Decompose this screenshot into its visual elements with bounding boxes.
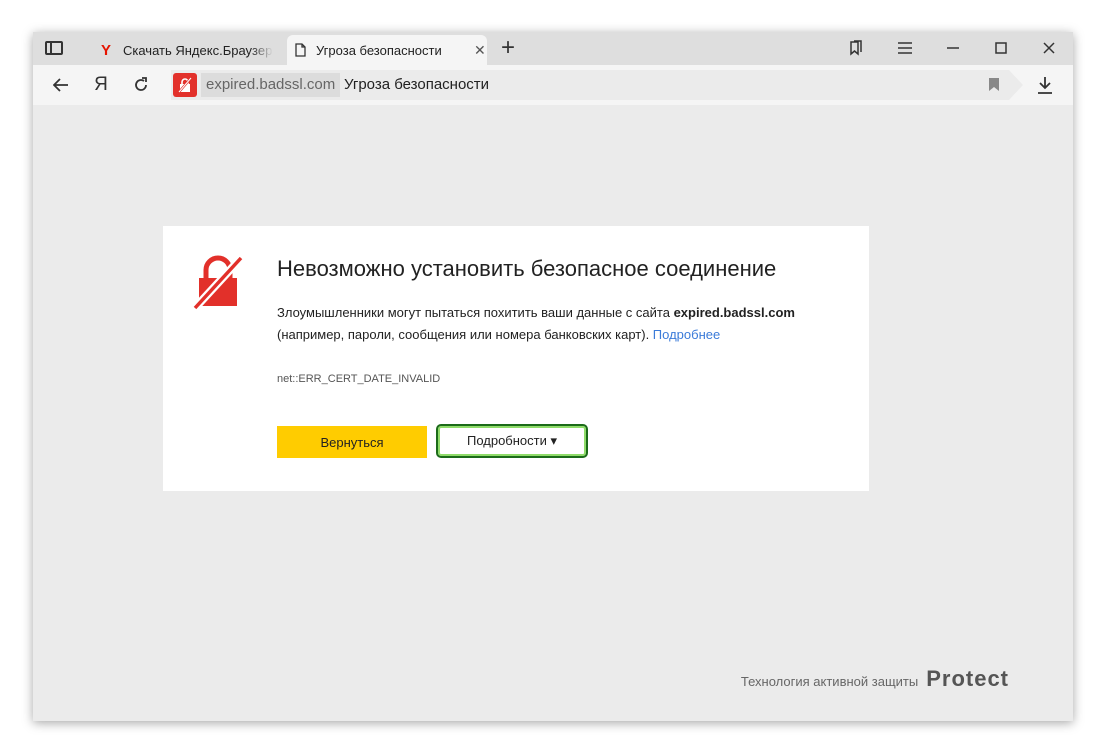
tab-bar: Y Скачать Яндекс.Браузер д Угроза безопа… bbox=[33, 32, 1073, 65]
navigation-bar: Я expired.badssl.com Угроза безопасности bbox=[33, 65, 1073, 105]
minimize-icon[interactable] bbox=[943, 38, 963, 58]
reload-icon[interactable] bbox=[129, 74, 153, 96]
description-domain: expired.badssl.com bbox=[673, 305, 795, 320]
go-back-button[interactable]: Вернуться bbox=[277, 426, 427, 458]
tab-security-threat[interactable]: Угроза безопасности ✕ bbox=[287, 35, 487, 65]
tab-download-yandex[interactable]: Y Скачать Яндекс.Браузер д bbox=[91, 35, 285, 65]
address-bar[interactable]: expired.badssl.com Угроза безопасности bbox=[171, 70, 1023, 100]
tab-label: Скачать Яндекс.Браузер д bbox=[123, 42, 273, 58]
insecure-lock-icon[interactable] bbox=[173, 73, 197, 97]
yandex-home-icon[interactable]: Я bbox=[89, 74, 113, 96]
error-code: net::ERR_CERT_DATE_INVALID bbox=[277, 373, 441, 385]
protect-logo: Protect bbox=[926, 666, 1009, 691]
bookmarks-manager-icon[interactable] bbox=[846, 38, 866, 58]
new-tab-button[interactable]: + bbox=[501, 36, 515, 60]
bookmark-icon[interactable] bbox=[989, 78, 999, 96]
description-text: Злоумышленники могут пытаться похитить в… bbox=[277, 305, 674, 320]
url-domain[interactable]: expired.badssl.com bbox=[201, 73, 341, 97]
error-description: Злоумышленники могут пытаться похитить в… bbox=[277, 302, 837, 346]
download-icon[interactable] bbox=[1033, 74, 1057, 96]
yandex-logo-icon: Y bbox=[100, 41, 111, 59]
error-card: Невозможно установить безопасное соедине… bbox=[163, 226, 869, 491]
tab-label: Угроза безопасности bbox=[316, 42, 442, 58]
protect-footer: Технология активной защиты Protect bbox=[741, 666, 1009, 692]
document-icon bbox=[295, 43, 306, 57]
maximize-icon[interactable] bbox=[991, 38, 1011, 58]
close-window-icon[interactable] bbox=[1039, 38, 1059, 58]
details-button[interactable]: Подробности ▾ bbox=[436, 424, 588, 458]
close-tab-icon[interactable]: ✕ bbox=[474, 42, 486, 59]
sidebar-toggle-icon[interactable] bbox=[45, 41, 63, 55]
error-title: Невозможно установить безопасное соедине… bbox=[277, 256, 777, 281]
browser-window: Y Скачать Яндекс.Браузер д Угроза безопа… bbox=[33, 32, 1073, 721]
protect-tech-text: Технология активной защиты bbox=[740, 674, 919, 689]
description-text-2: (например, пароли, сообщения или номера … bbox=[277, 327, 653, 342]
back-arrow-icon[interactable] bbox=[49, 74, 73, 96]
url-page-title[interactable]: Угроза безопасности bbox=[344, 73, 489, 97]
menu-icon[interactable] bbox=[895, 38, 915, 58]
more-info-link[interactable]: Подробнее bbox=[653, 327, 720, 342]
broken-lock-icon bbox=[192, 254, 244, 315]
